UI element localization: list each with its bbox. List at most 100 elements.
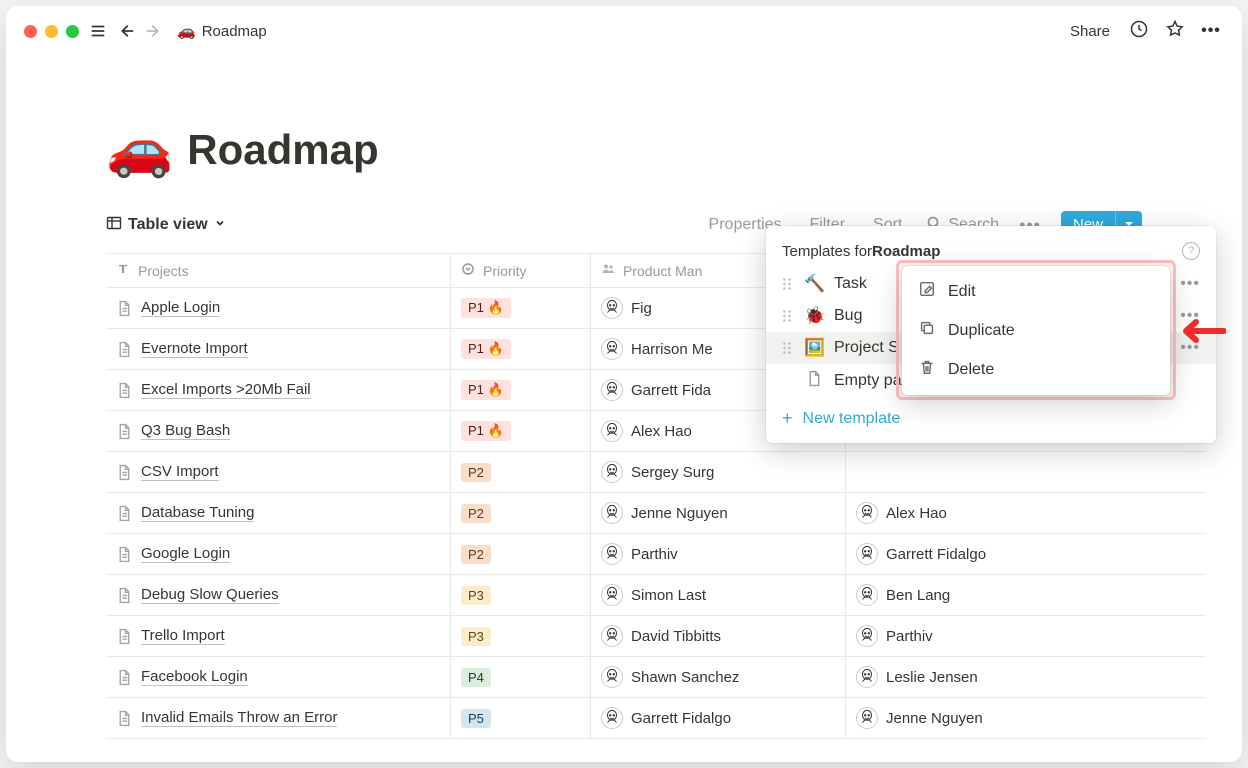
cell-project[interactable]: Trello Import <box>106 616 451 656</box>
templates-heading: Templates for Roadmap ? <box>766 236 1216 268</box>
page-icon <box>116 505 133 522</box>
table-row[interactable]: Google LoginP2ParthivGarrett Fidalgo <box>106 534 1206 575</box>
breadcrumb-title: Roadmap <box>202 23 267 40</box>
cell-extra[interactable]: Ben Lang <box>846 575 1156 615</box>
cell-priority[interactable]: P5 <box>451 698 591 738</box>
cell-priority[interactable]: P2 <box>451 493 591 533</box>
favorite-button[interactable] <box>1162 18 1188 44</box>
page-heading[interactable]: Roadmap <box>187 126 378 174</box>
project-name: Trello Import <box>141 627 225 645</box>
ctx-delete[interactable]: Delete <box>902 350 1170 389</box>
extra-name: Leslie Jensen <box>886 669 978 686</box>
cell-extra[interactable]: Jenne Nguyen <box>846 698 1156 738</box>
cell-project[interactable]: CSV Import <box>106 452 451 492</box>
close-window-button[interactable] <box>24 25 37 38</box>
cell-extra[interactable]: Alex Hao <box>846 493 1156 533</box>
extra-name: Parthiv <box>886 628 933 645</box>
help-button[interactable]: ? <box>1182 242 1200 260</box>
cell-priority[interactable]: P1 🔥 <box>451 288 591 328</box>
cell-extra[interactable]: Parthiv <box>846 616 1156 656</box>
cell-extra[interactable] <box>846 452 1156 492</box>
cell-project[interactable]: Facebook Login <box>106 657 451 697</box>
column-header-projects[interactable]: Projects <box>106 254 451 287</box>
updates-button[interactable] <box>1126 18 1152 44</box>
cell-pm[interactable]: Garrett Fidalgo <box>591 698 846 738</box>
page-icon <box>116 423 133 440</box>
view-label: Table view <box>128 216 208 234</box>
project-name: Excel Imports >20Mb Fail <box>141 381 311 399</box>
clock-icon <box>1129 19 1149 44</box>
cell-priority[interactable]: P2 <box>451 534 591 574</box>
pm-name: Fig <box>631 300 652 317</box>
drag-handle-icon[interactable] <box>782 277 794 291</box>
cell-priority[interactable]: P3 <box>451 575 591 615</box>
view-selector[interactable]: Table view <box>106 215 226 236</box>
table-row[interactable]: Invalid Emails Throw an Error P5Garrett F… <box>106 698 1206 739</box>
cell-pm[interactable]: David Tibbitts <box>591 616 846 656</box>
nav-forward-button[interactable] <box>145 22 163 40</box>
maximize-window-button[interactable] <box>66 25 79 38</box>
cell-project[interactable]: Evernote Import <box>106 329 451 369</box>
page-icon <box>116 546 133 563</box>
drag-handle-icon[interactable] <box>782 309 794 323</box>
table-row[interactable]: CSV Import P2 Sergey Surg <box>106 452 1206 493</box>
cell-priority[interactable]: P1 🔥 <box>451 411 591 451</box>
breadcrumb[interactable]: 🚗 Roadmap <box>177 22 267 40</box>
cell-project[interactable]: Q3 Bug Bash <box>106 411 451 451</box>
table-row[interactable]: Database TuningP2Jenne NguyenAlex Hao <box>106 493 1206 534</box>
cell-project[interactable]: Invalid Emails Throw an Error <box>106 698 451 738</box>
avatar <box>601 584 623 606</box>
cell-priority[interactable]: P1 🔥 <box>451 329 591 369</box>
minimize-window-button[interactable] <box>45 25 58 38</box>
text-property-icon <box>116 262 130 279</box>
template-label: Task <box>834 275 867 293</box>
page-title: 🚗 Roadmap <box>106 118 1142 181</box>
project-name: Evernote Import <box>141 340 248 358</box>
avatar <box>601 338 623 360</box>
cell-pm[interactable]: Shawn Sanchez <box>591 657 846 697</box>
drag-handle-icon[interactable] <box>782 341 794 355</box>
nav-back-button[interactable] <box>117 22 135 40</box>
cell-project[interactable]: Debug Slow Queries <box>106 575 451 615</box>
page-more-button[interactable]: ••• <box>1198 18 1224 44</box>
template-more-button[interactable]: ••• <box>1180 275 1200 293</box>
avatar <box>856 707 878 729</box>
template-more-button[interactable]: ••• <box>1180 339 1200 357</box>
template-more-button[interactable]: ••• <box>1180 307 1200 325</box>
table-row[interactable]: Trello Import P3David Tibbitts Parthiv <box>106 616 1206 657</box>
cell-pm[interactable]: Parthiv <box>591 534 846 574</box>
cell-priority[interactable]: P3 <box>451 616 591 656</box>
cell-extra[interactable]: Garrett Fidalgo <box>846 534 1156 574</box>
cell-pm[interactable]: Sergey Surg <box>591 452 846 492</box>
pm-name: Sergey Surg <box>631 464 714 481</box>
cell-priority[interactable]: P2 <box>451 452 591 492</box>
cell-priority[interactable]: P4 <box>451 657 591 697</box>
ctx-edit[interactable]: Edit <box>902 272 1170 311</box>
cell-project[interactable]: Apple Login <box>106 288 451 328</box>
avatar <box>856 502 878 524</box>
page-emoji[interactable]: 🚗 <box>106 118 173 181</box>
page-icon <box>116 628 133 645</box>
ctx-duplicate[interactable]: Duplicate <box>902 311 1170 350</box>
duplicate-icon <box>918 319 936 342</box>
cell-priority[interactable]: P1 🔥 <box>451 370 591 410</box>
sidebar-toggle-button[interactable] <box>89 22 107 40</box>
priority-badge: P1 🔥 <box>461 339 511 359</box>
avatar <box>856 666 878 688</box>
cell-pm[interactable]: Jenne Nguyen <box>591 493 846 533</box>
new-template-button[interactable]: + New template <box>766 398 1216 429</box>
cell-project[interactable]: Google Login <box>106 534 451 574</box>
cell-extra[interactable]: Leslie Jensen <box>846 657 1156 697</box>
edit-icon <box>918 280 936 303</box>
priority-badge: P2 <box>461 463 491 482</box>
priority-badge: P3 <box>461 586 491 605</box>
cell-pm[interactable]: Simon Last <box>591 575 846 615</box>
project-name: Debug Slow Queries <box>141 586 279 604</box>
share-button[interactable]: Share <box>1064 19 1116 44</box>
project-name: Invalid Emails Throw an Error <box>141 709 337 727</box>
column-header-priority[interactable]: Priority <box>451 254 591 287</box>
cell-project[interactable]: Excel Imports >20Mb Fail <box>106 370 451 410</box>
table-row[interactable]: Debug Slow Queries P3 Simon LastBen Lang <box>106 575 1206 616</box>
table-row[interactable]: Facebook LoginP4Shawn Sanchez Leslie Jens… <box>106 657 1206 698</box>
cell-project[interactable]: Database Tuning <box>106 493 451 533</box>
